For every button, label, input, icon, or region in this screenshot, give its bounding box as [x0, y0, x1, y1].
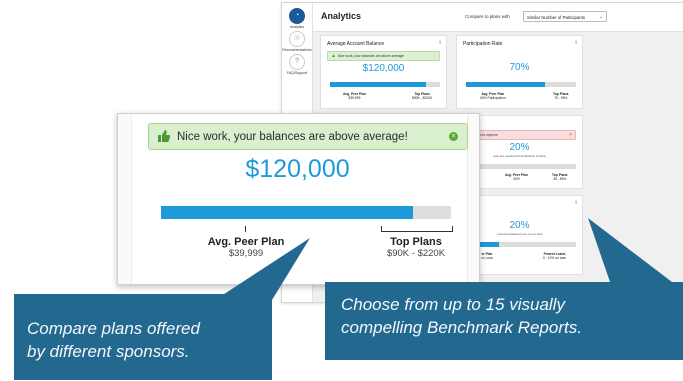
- callout-line: by different sponsors.: [27, 342, 190, 361]
- left-callout-pointer: [215, 238, 310, 300]
- callout-line: Choose from up to 15 visually: [341, 295, 565, 314]
- callout-compare: Compare plans offered by different spons…: [14, 294, 272, 380]
- callout-benchmark: Choose from up to 15 visually compelling…: [325, 282, 683, 360]
- callout-line: Compare plans offered: [27, 319, 200, 338]
- right-callout-pointer: [588, 218, 672, 282]
- callout-line: compelling Benchmark Reports.: [341, 318, 582, 337]
